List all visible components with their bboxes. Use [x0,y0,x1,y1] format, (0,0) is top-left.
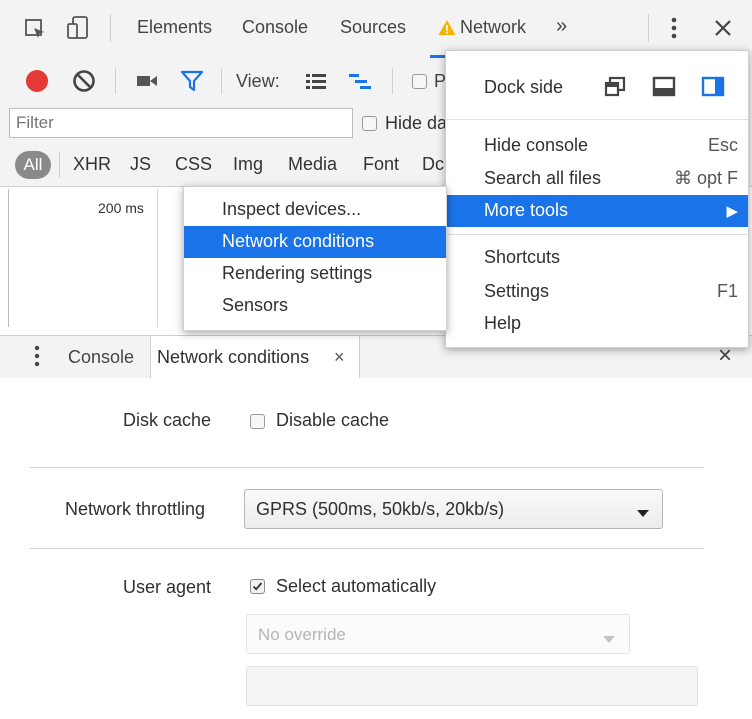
toolbar-divider [115,68,116,94]
disk-cache-label: Disk cache [123,410,212,430]
inspect-element-icon[interactable] [24,18,46,45]
toolbar-divider [59,152,60,178]
drawer-tab-network-conditions[interactable]: Network conditions × [150,336,360,378]
chevron-down-icon [637,505,649,523]
main-menu: Dock side Hide console Esc Search all fi… [445,50,749,348]
capture-screenshots-icon[interactable] [136,73,158,94]
record-icon[interactable] [25,69,49,98]
network-conditions-panel: Disk cache Disable cache Network throttl… [0,378,752,719]
tab-sources[interactable]: Sources [340,17,406,38]
kebab-menu-icon[interactable] [670,16,678,45]
type-css-button[interactable]: CSS [175,154,212,175]
more-tabs-button[interactable]: » [556,15,567,38]
close-icon[interactable] [714,19,732,42]
settings-label: Settings [484,281,550,301]
shortcuts-label: Shortcuts [484,247,561,267]
inspect-devices-label: Inspect devices... [222,199,362,219]
drawer-tab-console[interactable]: Console [68,347,134,368]
more-tools-label: More tools [484,200,569,220]
type-xhr-button[interactable]: XHR [73,154,111,175]
custom-user-agent-input[interactable] [246,666,698,706]
user-agent-select[interactable]: No override [246,614,630,654]
menu-separator [446,119,748,120]
disable-cache-label: Disable cache [276,410,390,430]
type-media-button[interactable]: Media [288,154,337,175]
preserve-log-checkbox[interactable] [412,74,427,89]
view-label: View: [236,71,280,91]
device-toolbar-icon[interactable] [66,15,90,46]
toolbar-divider [221,68,222,94]
chevron-down-icon [603,631,615,649]
timeline-tick-label: 200 ms [98,200,144,216]
menu-item-rendering-settings[interactable]: Rendering settings [184,258,446,290]
drawer-tab-network-conditions-label: Network conditions [157,347,310,367]
menu-item-hide-console[interactable]: Hide console Esc [446,131,748,161]
settings-shortcut: F1 [716,281,738,301]
dock-bottom-icon[interactable] [652,75,676,104]
menu-separator [446,234,748,235]
rendering-settings-label: Rendering settings [222,263,373,283]
network-throttling-label: Network throttling [65,499,206,519]
menu-item-search-all-files[interactable]: Search all files ⌘ opt F [446,164,748,194]
section-divider [30,548,704,549]
disable-cache-checkbox[interactable] [250,414,265,429]
tab-network-label: Network [460,17,527,37]
large-rows-icon[interactable] [305,72,327,95]
menu-item-shortcuts[interactable]: Shortcuts [446,243,748,273]
search-all-files-label: Search all files [484,168,602,188]
network-conditions-label: Network conditions [222,231,375,251]
select-automatically-label: Select automatically [276,576,437,596]
hide-data-urls-label: Hide da [385,113,448,133]
waterfall-icon[interactable] [348,72,372,95]
dock-side-label: Dock side [484,77,564,97]
hide-console-shortcut: Esc [707,135,738,155]
help-label: Help [484,313,522,333]
warning-icon [438,19,456,41]
network-throttling-select[interactable]: GPRS (500ms, 50kb/s, 20kb/s) [244,489,663,529]
type-doc-button[interactable]: Dc [422,154,444,175]
user-agent-label: User agent [123,577,212,597]
timeline-left-edge [8,189,9,327]
menu-item-help[interactable]: Help [446,309,748,339]
type-img-button[interactable]: Img [233,154,263,175]
section-divider [30,467,704,468]
menu-item-settings[interactable]: Settings F1 [446,277,748,307]
select-automatically-checkbox[interactable] [250,579,265,594]
filter-icon[interactable] [180,69,204,98]
timeline-gridline [157,189,158,327]
more-tools-submenu: Inspect devices... Network conditions Re… [183,186,447,331]
clear-icon[interactable] [72,69,96,98]
toolbar-divider [648,14,649,42]
hide-console-label: Hide console [484,135,589,155]
type-js-button[interactable]: JS [130,154,151,175]
close-tab-icon[interactable]: × [334,347,345,368]
undock-icon[interactable] [603,75,627,104]
tab-elements[interactable]: Elements [137,17,212,38]
checkmark-icon [252,582,263,591]
menu-item-sensors[interactable]: Sensors [184,290,446,322]
submenu-arrow-icon: ▶ [726,203,738,220]
hide-data-urls-checkbox[interactable] [362,116,377,131]
drawer-menu-icon[interactable] [33,344,41,373]
sensors-label: Sensors [222,295,289,315]
menu-item-network-conditions[interactable]: Network conditions [184,226,446,258]
menu-item-more-tools[interactable]: More tools ▶ [446,195,748,227]
filter-input[interactable] [9,108,353,138]
toolbar-divider [392,68,393,94]
toolbar-divider [110,14,111,42]
type-font-button[interactable]: Font [363,154,399,175]
menu-item-inspect-devices[interactable]: Inspect devices... [184,194,446,226]
tab-console[interactable]: Console [242,17,308,38]
search-all-files-shortcut: ⌘ opt F [673,168,738,188]
throttling-selected-value: GPRS (500ms, 50kb/s, 20kb/s) [256,499,505,519]
type-all-button[interactable]: All [15,151,51,179]
user-agent-selected-value: No override [258,625,346,644]
dock-right-icon[interactable] [701,75,725,104]
